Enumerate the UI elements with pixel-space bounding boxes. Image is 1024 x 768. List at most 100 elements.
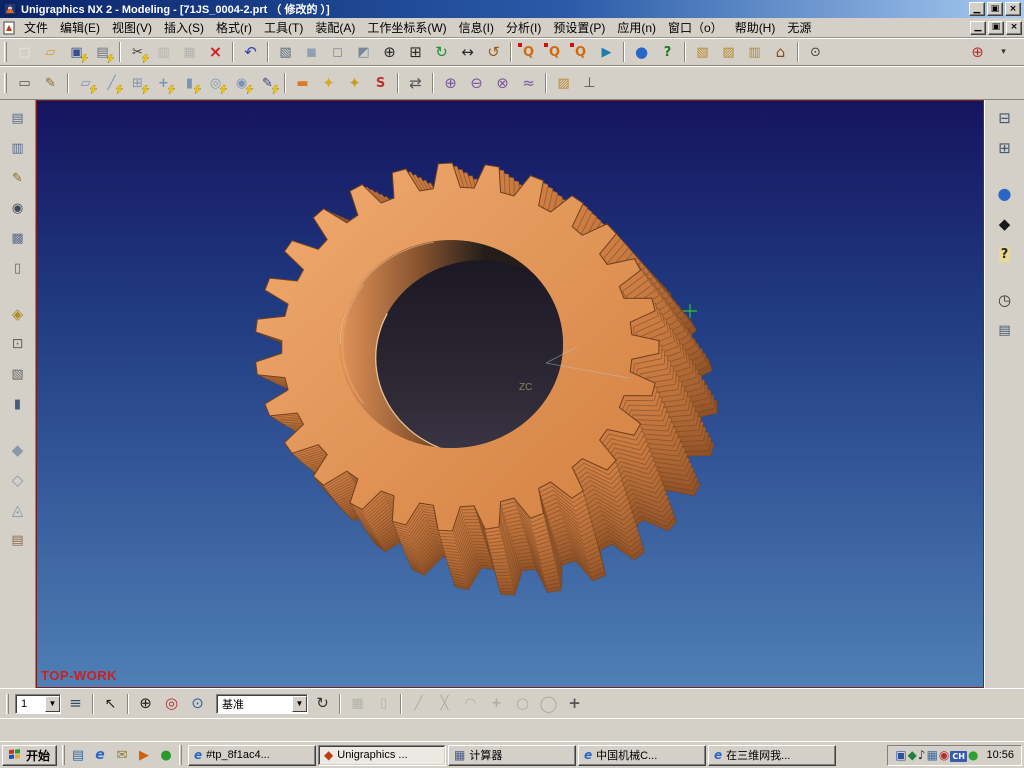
datum-filter-combo[interactable]: 基准 ▼ (216, 693, 308, 714)
mdi-restore-button[interactable]: ▣ (988, 20, 1004, 35)
wcs-dynamics-icon[interactable]: ⊥ (577, 72, 602, 95)
key-icon[interactable]: ✦ (316, 72, 341, 95)
menu-item[interactable]: 分析(I) (500, 17, 547, 38)
swatch-icon[interactable]: ▩ (5, 226, 31, 250)
cube-shaded-icon[interactable]: ◆ (5, 438, 31, 462)
unite-icon[interactable]: ⊕ (438, 72, 463, 95)
refresh-view-icon[interactable]: ↻ (429, 41, 454, 64)
snap-crosshair-icon[interactable]: ⊕ (133, 692, 158, 715)
tray-scanner-icon[interactable]: ◉ (939, 748, 949, 762)
wireframe-view-icon[interactable]: ◻ (325, 41, 350, 64)
msn-icon[interactable]: ● (156, 745, 176, 765)
part-navigator-icon[interactable]: ⊞ (992, 136, 1018, 160)
menu-item[interactable]: 格式(r) (210, 17, 258, 38)
orient-wcs-icon[interactable]: ↻ (310, 692, 335, 715)
intersect-icon[interactable]: ⊗ (490, 72, 515, 95)
toolbar-options-arrow-icon[interactable]: ▾ (991, 41, 1016, 64)
tray-volume-icon[interactable]: ♪ (918, 748, 926, 762)
snap-point-icon[interactable]: ◎ (159, 692, 184, 715)
datum-filter-combo-arrow-icon[interactable]: ▼ (292, 695, 307, 712)
hidden-edges-view-icon[interactable]: ◩ (351, 41, 376, 64)
menu-item[interactable]: 视图(V) (106, 17, 158, 38)
training-cap-icon[interactable]: ◆ (992, 212, 1018, 236)
print-icon[interactable]: ▤ (90, 41, 115, 64)
orient-xform-icon[interactable]: ▨ (551, 72, 576, 95)
restore-button[interactable]: ▣ (987, 2, 1003, 16)
zoom-icon[interactable]: ⊕ (377, 41, 402, 64)
assembly-navigator-icon[interactable]: ⊟ (992, 106, 1018, 130)
bounding-box-icon[interactable]: ⊡ (5, 332, 31, 356)
menu-item[interactable]: 工作坐标系(W) (361, 17, 452, 38)
feature-nav-icon[interactable]: ▭ (12, 72, 37, 95)
sketch-icon[interactable]: ✎ (255, 72, 280, 95)
undo-icon[interactable]: ↶ (238, 41, 263, 64)
menu-item[interactable]: 预设置(P) (547, 17, 611, 38)
circle-tool-icon[interactable]: ○ (510, 692, 535, 715)
notes-page-icon[interactable]: ▤ (5, 528, 31, 552)
extrude-icon[interactable]: ▮ (177, 72, 202, 95)
menu-item[interactable]: 工具(T) (258, 17, 309, 38)
hole-icon[interactable]: ◉ (229, 72, 254, 95)
mdi-close-button[interactable]: × (1006, 20, 1022, 35)
menu-item[interactable]: 文件 (18, 17, 54, 38)
ie-quick-icon[interactable]: e (90, 745, 110, 765)
edit-sketch-icon[interactable]: ✎ (38, 72, 63, 95)
subtract-icon[interactable]: ⊖ (464, 72, 489, 95)
fit-view-icon[interactable]: ⊞ (403, 41, 428, 64)
work-layer-combo-arrow-icon[interactable]: ▼ (45, 695, 60, 712)
trimetric-view-icon[interactable]: ▧ (690, 41, 715, 64)
open-icon[interactable]: ▱ (38, 41, 63, 64)
menu-item[interactable]: 窗口（o） (662, 17, 729, 38)
select-face-icon[interactable]: ▧ (5, 362, 31, 386)
viewport-canvas[interactable]: ZC (37, 101, 983, 687)
sheet-icon[interactable]: ▯ (5, 256, 31, 280)
quick-pick-2-icon[interactable]: Q (542, 41, 567, 64)
new-icon[interactable]: ▢ (12, 41, 37, 64)
shaded-view-icon[interactable]: ◼ (299, 41, 324, 64)
quick-pick-1-icon[interactable]: Q (516, 41, 541, 64)
outlook-quick-icon[interactable]: ✉ (112, 745, 132, 765)
menu-item[interactable]: 装配(A) (309, 17, 361, 38)
paste-icon[interactable]: ▦ (177, 41, 202, 64)
work-layer-combo[interactable]: 1 ▼ (15, 693, 61, 714)
pattern-grid-icon[interactable]: ▦ (345, 692, 370, 715)
top-view-icon[interactable]: ▥ (742, 41, 767, 64)
graphics-window[interactable]: ZC TOP-WORK (36, 100, 984, 688)
task-ie-3d-forum[interactable]: e 在三维网我... (708, 744, 837, 766)
internet-sphere-icon[interactable]: ● (992, 182, 1018, 206)
cube-iso-icon[interactable]: ◬ (5, 498, 31, 522)
tray-msg-icon[interactable]: ● (968, 748, 978, 762)
mirror-tool-icon[interactable]: ▯ (371, 692, 396, 715)
exit-icon[interactable]: ⌂ (768, 41, 793, 64)
task-ie-china-machine[interactable]: e 中国机械C... (578, 744, 707, 766)
cylinder-tool-icon[interactable]: ▮ (5, 392, 31, 416)
plus-tool-icon[interactable]: + (562, 692, 587, 715)
save-icon[interactable]: ▣ (64, 41, 89, 64)
start-button[interactable]: 开始 (2, 744, 58, 766)
keyway-icon[interactable]: ✦ (342, 72, 367, 95)
menu-item[interactable]: 无源 (781, 17, 817, 38)
arc-tool-icon[interactable]: ◠ (458, 692, 483, 715)
point-icon[interactable]: + (151, 72, 176, 95)
input-language-icon[interactable]: CH (950, 748, 967, 762)
media-player-icon[interactable]: ▶ (134, 745, 154, 765)
cue-bar-icon[interactable]: ▥ (5, 136, 31, 160)
minimize-button[interactable]: ▁ (969, 2, 985, 16)
selection-pointer-icon[interactable]: ↖ (98, 692, 123, 715)
mdi-minimize-button[interactable]: ▁ (970, 20, 986, 35)
pencil-tool-icon[interactable]: ✎ (5, 166, 31, 190)
line-tool-icon[interactable]: ╱ (406, 692, 431, 715)
cube-wire-icon[interactable]: ◇ (5, 468, 31, 492)
help-block-icon[interactable]: ? (992, 242, 1018, 266)
slot-icon[interactable]: S (368, 72, 393, 95)
dialog-bar-icon[interactable]: ▤ (5, 106, 31, 130)
tray-network-icon[interactable]: ▦ (927, 748, 938, 762)
menu-item[interactable]: 编辑(E) (54, 17, 106, 38)
help-icon[interactable]: ? (655, 41, 680, 64)
sew-icon[interactable]: ≈ (516, 72, 541, 95)
close-button[interactable]: × (1005, 2, 1021, 16)
boss-icon[interactable]: ▬ (290, 72, 315, 95)
system-log-icon[interactable]: ▤ (992, 318, 1018, 342)
history-clock-icon[interactable]: ◷ (992, 288, 1018, 312)
zoom-tool-icon[interactable]: ⊕ (965, 41, 990, 64)
